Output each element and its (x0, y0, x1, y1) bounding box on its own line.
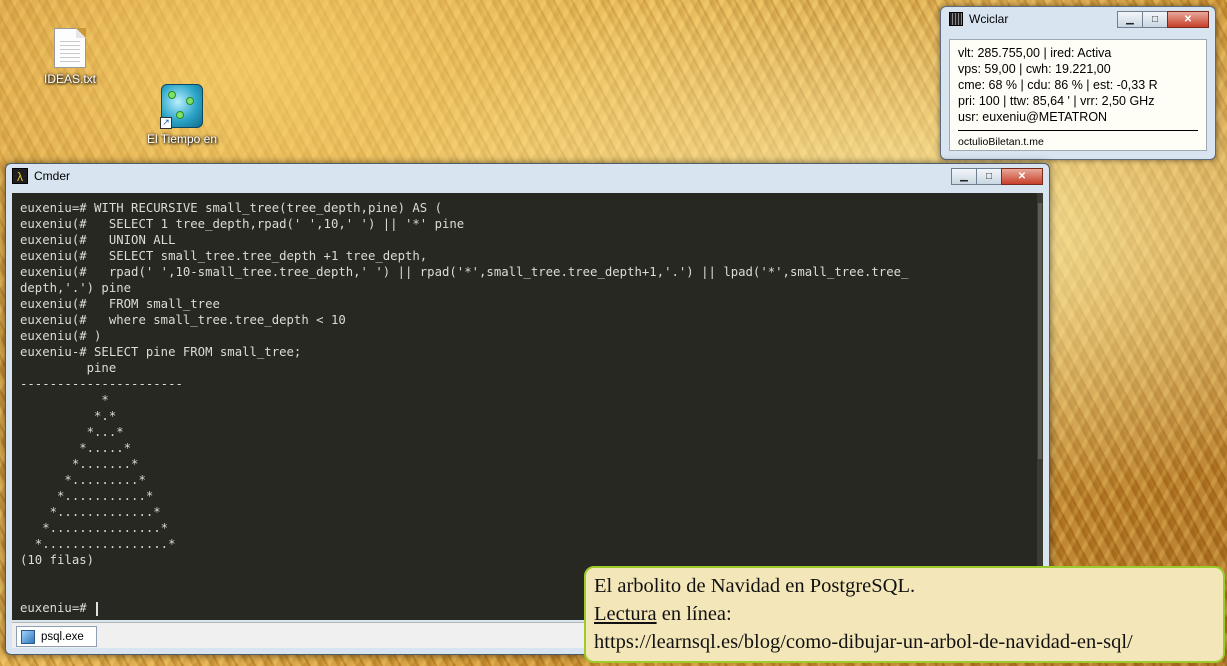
stat-line: vlt: 285.755,00 | ired: Activa (958, 46, 1112, 60)
window-title: Cmder (34, 169, 71, 183)
window-title: Wciclar (969, 12, 1009, 26)
text-cursor (96, 601, 99, 616)
lambda-icon: λ (12, 168, 28, 184)
scrollbar-thumb[interactable] (1038, 203, 1042, 460)
close-button[interactable]: ✕ (1167, 10, 1209, 28)
maximize-button[interactable]: □ (1142, 10, 1168, 28)
console-lines: euxeniu=# WITH RECURSIVE small_tree(tree… (20, 201, 909, 615)
reading-link[interactable]: Lectura (594, 603, 657, 625)
console-output: euxeniu=# WITH RECURSIVE small_tree(tree… (12, 193, 1043, 616)
desktop-icon-label: El Tiempo en (146, 132, 218, 146)
desktop-icon-label: IDEAS.txt (43, 72, 96, 86)
stat-line: cme: 68 % | cdu: 86 % | est: -0,33 R (958, 78, 1158, 92)
text-file-icon (54, 28, 86, 68)
cmder-titlebar[interactable]: λ Cmder ▁ □ ✕ (6, 164, 1049, 188)
wciclar-window: Wciclar ▁ □ ✕ vlt: 285.755,00 | ired: Ac… (940, 6, 1216, 160)
reading-suffix: en línea: (656, 603, 732, 625)
wciclar-titlebar[interactable]: Wciclar ▁ □ ✕ (941, 7, 1215, 31)
console-scrollbar[interactable] (1037, 193, 1043, 620)
stat-line: pri: 100 | ttw: 85,64 ' | vrr: 2,50 GHz (958, 94, 1155, 108)
shortcut-arrow-icon: ↗ (160, 117, 172, 129)
film-strip-icon (949, 12, 963, 26)
minimize-button[interactable]: ▁ (1117, 10, 1143, 28)
minimize-button[interactable]: ▁ (951, 167, 977, 185)
desktop-icon-weather[interactable]: ↗ El Tiempo en (132, 84, 232, 146)
stat-footer: octulioBiletan.t.me (958, 130, 1198, 150)
close-button[interactable]: ✕ (1001, 167, 1043, 185)
console-tab-icon (21, 629, 35, 644)
tab-psql[interactable]: psql.exe (16, 626, 97, 647)
wciclar-stats: vlt: 285.755,00 | ired: Activa vps: 59,0… (949, 39, 1207, 151)
console-area[interactable]: euxeniu=# WITH RECURSIVE small_tree(tree… (12, 193, 1043, 620)
stat-line: usr: euxeniu@METATRON (958, 110, 1108, 124)
weather-app-icon: ↗ (160, 84, 203, 129)
desktop-icon-ideas[interactable]: IDEAS.txt (20, 28, 120, 86)
annotation-box: El arbolito de Navidad en PostgreSQL. Le… (584, 566, 1225, 663)
note-title: El arbolito de Navidad en PostgreSQL. (594, 575, 916, 597)
note-url[interactable]: https://learnsql.es/blog/como-dibujar-un… (594, 628, 1215, 656)
tab-label: psql.exe (41, 630, 84, 643)
note-reading-line: Lectura en línea: (594, 600, 1215, 628)
maximize-button[interactable]: □ (976, 167, 1002, 185)
stat-line: vps: 59,00 | cwh: 19.221,00 (958, 62, 1111, 76)
